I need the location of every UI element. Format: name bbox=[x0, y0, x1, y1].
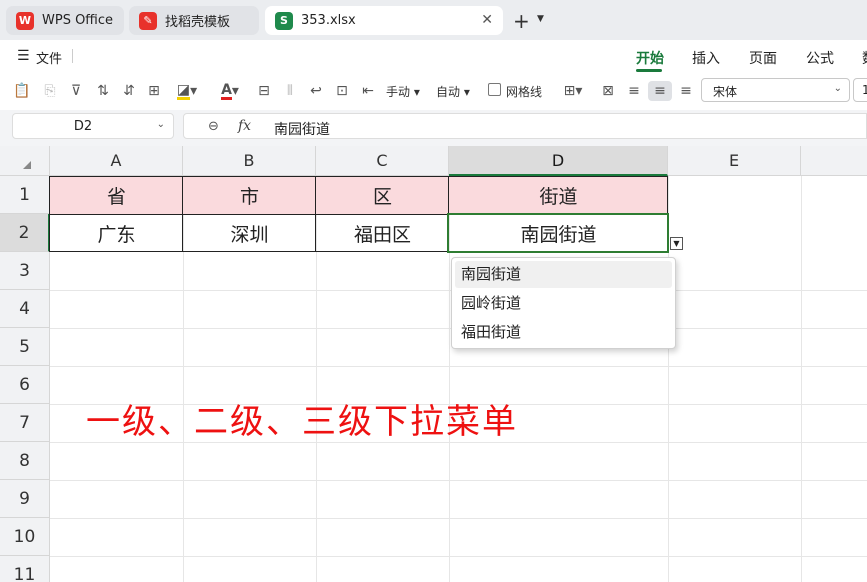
new-tab-icon[interactable]: + bbox=[513, 9, 530, 33]
column-header-f[interactable]: F bbox=[801, 146, 867, 176]
hamburger-menu-icon[interactable]: ☰ bbox=[17, 48, 30, 64]
zoom-icon[interactable]: ⊖ bbox=[208, 119, 219, 134]
align-icon[interactable]: ⊟ bbox=[254, 81, 274, 101]
table-border bbox=[49, 176, 50, 252]
validation-dropdown-list: 南园街道 园岭街道 福田街道 bbox=[451, 257, 676, 349]
fill-color-icon[interactable]: ◪ ▾ bbox=[172, 81, 202, 101]
font-color-icon[interactable]: A ▾ bbox=[214, 81, 246, 101]
cell-a2[interactable]: 广东 bbox=[50, 214, 183, 252]
menu-tab-insert[interactable]: 插入 bbox=[692, 48, 720, 68]
cell-a1[interactable]: 省 bbox=[50, 176, 183, 214]
gridline bbox=[801, 176, 802, 582]
distribute-icon[interactable]: ⫴ bbox=[280, 81, 300, 101]
row-header-6[interactable]: 6 bbox=[0, 366, 50, 404]
docer-logo-icon: ✎ bbox=[139, 11, 157, 30]
tab-docer-templates[interactable]: ✎ 找稻壳模板 bbox=[129, 6, 259, 35]
gridline bbox=[50, 366, 867, 367]
spreadsheet-grid[interactable]: A B C D E F 1 2 3 4 5 6 7 8 9 10 11 省 市 … bbox=[0, 146, 867, 582]
row-header-5[interactable]: 5 bbox=[0, 328, 50, 366]
row-header-7[interactable]: 7 bbox=[0, 404, 50, 442]
tab-label: WPS Office bbox=[42, 13, 114, 28]
row-header-10[interactable]: 10 bbox=[0, 518, 50, 556]
dropdown-option[interactable]: 园岭街道 bbox=[455, 290, 672, 317]
column-header-c[interactable]: C bbox=[316, 146, 449, 176]
menu-tab-home[interactable]: 开始 bbox=[636, 48, 664, 68]
dropdown-arrow-button[interactable]: ▼ bbox=[670, 237, 683, 250]
tab-spreadsheet-file[interactable]: S 353.xlsx ✕ bbox=[265, 6, 503, 35]
row-header-11[interactable]: 11 bbox=[0, 556, 50, 582]
select-all-corner[interactable] bbox=[0, 146, 50, 176]
gridline bbox=[50, 556, 867, 557]
wrap-text-icon[interactable]: ↩ bbox=[306, 81, 326, 101]
tab-wps-office[interactable]: W WPS Office bbox=[6, 6, 124, 35]
freeze-icon[interactable]: ⇤ bbox=[358, 81, 378, 101]
align-left-icon[interactable]: ≡ bbox=[624, 81, 644, 101]
borders-icon[interactable]: ⊞ bbox=[144, 81, 164, 101]
dropdown-option[interactable]: 福田街道 bbox=[455, 319, 672, 346]
gridline bbox=[50, 518, 867, 519]
column-header-a[interactable]: A bbox=[50, 146, 183, 176]
filter-icon[interactable]: ⊽ bbox=[66, 81, 86, 101]
menu-tab-formula[interactable]: 公式 bbox=[806, 48, 834, 68]
cell-d1[interactable]: 街道 bbox=[449, 176, 668, 214]
cell-format-icon[interactable]: ⊞▾ bbox=[558, 81, 588, 101]
clear-format-icon[interactable]: ⊠ bbox=[598, 81, 618, 101]
menu-divider bbox=[72, 49, 73, 63]
menu-tab-data[interactable]: 数 bbox=[862, 48, 867, 68]
gridline bbox=[50, 480, 867, 481]
row-header-2[interactable]: 2 bbox=[0, 214, 50, 252]
gridlines-label: 网格线 bbox=[506, 85, 543, 99]
row-header-1[interactable]: 1 bbox=[0, 176, 50, 214]
cell-c1[interactable]: 区 bbox=[316, 176, 449, 214]
column-header-e[interactable]: E bbox=[668, 146, 801, 176]
cell-b1[interactable]: 市 bbox=[183, 176, 316, 214]
auto-button[interactable]: 自动 ▾ bbox=[436, 83, 470, 100]
fx-icon[interactable]: fx bbox=[238, 118, 251, 134]
tab-label: 找稻壳模板 bbox=[165, 15, 231, 30]
formula-value: 南园街道 bbox=[274, 122, 330, 138]
row-header-9[interactable]: 9 bbox=[0, 480, 50, 518]
active-cell-selection bbox=[447, 213, 669, 253]
file-menu[interactable]: 文件 bbox=[36, 48, 62, 67]
tab-label: 353.xlsx bbox=[301, 13, 356, 28]
chevron-down-icon: ⌄ bbox=[156, 119, 165, 130]
font-name-select[interactable]: 宋体 ⌄ bbox=[701, 78, 850, 102]
title-tab-bar: W WPS Office ✎ 找稻壳模板 S 353.xlsx ✕ + ▼ bbox=[0, 0, 867, 40]
annotation-text: 一级、二级、三级下拉菜单 bbox=[86, 402, 518, 442]
column-header-b[interactable]: B bbox=[183, 146, 316, 176]
format-painter-icon[interactable]: ⎘ bbox=[40, 81, 60, 101]
formula-input[interactable]: ⊖ fx 南园街道 bbox=[183, 113, 867, 139]
manual-button[interactable]: 手动 ▾ bbox=[386, 83, 420, 100]
paste-icon[interactable]: 📋 bbox=[12, 81, 32, 101]
chevron-down-icon: ⌄ bbox=[833, 83, 842, 94]
sort-ascending-icon[interactable]: ⇅ bbox=[92, 81, 114, 101]
sort-descending-icon[interactable]: ⇵ bbox=[118, 81, 140, 101]
column-header-d[interactable]: D bbox=[449, 146, 668, 176]
menu-bar: ☰ 文件 开始 插入 页面 公式 数 bbox=[0, 40, 867, 72]
gridlines-checkbox[interactable] bbox=[488, 83, 501, 96]
table-border bbox=[315, 176, 316, 252]
cell-b2[interactable]: 深圳 bbox=[183, 214, 316, 252]
row-header-4[interactable]: 4 bbox=[0, 290, 50, 328]
table-border bbox=[182, 176, 183, 252]
name-box[interactable]: D2 ⌄ bbox=[12, 113, 174, 139]
formula-bar: D2 ⌄ ⊖ fx 南园街道 bbox=[0, 110, 867, 146]
dropdown-option[interactable]: 南园街道 bbox=[455, 261, 672, 288]
close-tab-icon[interactable]: ✕ bbox=[481, 12, 493, 28]
menu-tab-page[interactable]: 页面 bbox=[749, 48, 777, 68]
chevron-down-icon[interactable]: ▼ bbox=[537, 14, 544, 24]
wps-logo-icon: W bbox=[16, 11, 34, 30]
merge-cells-icon[interactable]: ⊡ bbox=[332, 81, 352, 101]
align-center-icon[interactable]: ≡ bbox=[648, 81, 672, 101]
row-header-3[interactable]: 3 bbox=[0, 252, 50, 290]
cell-c2[interactable]: 福田区 bbox=[316, 214, 449, 252]
align-right-icon[interactable]: ≡ bbox=[676, 81, 696, 101]
spreadsheet-icon: S bbox=[275, 11, 293, 30]
row-header-8[interactable]: 8 bbox=[0, 442, 50, 480]
font-size-select[interactable]: 1 bbox=[853, 78, 867, 102]
table-border bbox=[50, 176, 668, 177]
